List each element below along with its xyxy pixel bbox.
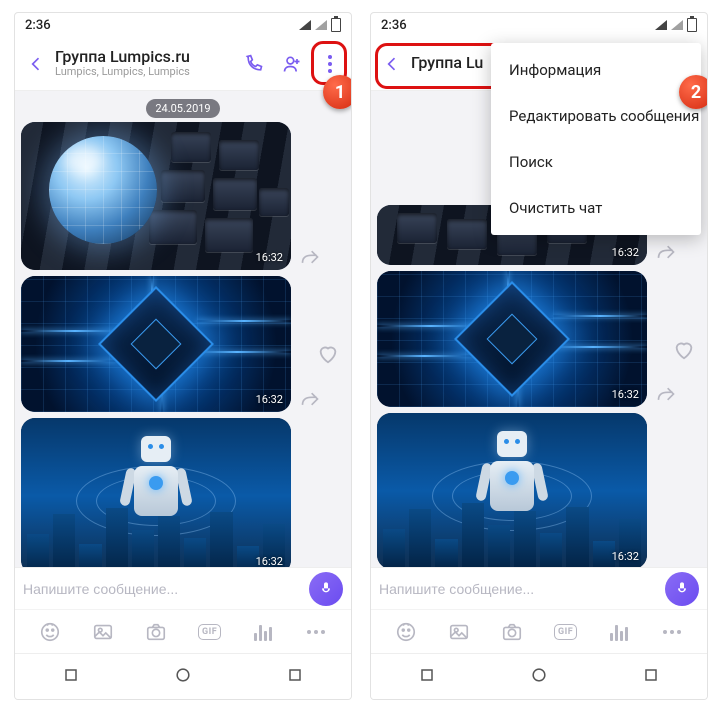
battery-icon (331, 18, 341, 32)
forward-button[interactable] (297, 244, 323, 270)
status-time: 2:36 (381, 18, 407, 33)
status-bar: 2:36 (371, 13, 707, 37)
android-nav-bar (15, 653, 351, 699)
message-composer (15, 567, 351, 609)
audio-button[interactable] (605, 618, 633, 646)
more-attach-button[interactable] (658, 618, 686, 646)
gallery-button[interactable] (89, 618, 117, 646)
forward-button[interactable] (653, 381, 679, 407)
context-menu: Информация Редактировать сообщения Поиск… (491, 43, 701, 235)
phone-screenshot-2: 2:36 Группа Lu Информация Редактировать … (370, 12, 708, 700)
nav-recent-button[interactable] (285, 665, 305, 689)
more-attach-button[interactable] (302, 618, 330, 646)
message-composer (371, 567, 707, 609)
gif-button[interactable]: GIF (196, 618, 224, 646)
more-vertical-icon (328, 55, 332, 73)
nav-home-button[interactable] (173, 665, 193, 689)
image-message[interactable]: 16:32 (377, 413, 647, 567)
menu-item-search[interactable]: Поиск (491, 139, 701, 185)
callout-badge-1: 1 (323, 75, 352, 109)
signal-icon (655, 20, 667, 30)
gif-button[interactable]: GIF (552, 618, 580, 646)
message-time: 16:32 (612, 388, 639, 401)
menu-item-info[interactable]: Информация (491, 47, 701, 93)
message-row: 16:32 (21, 276, 345, 412)
message-time: 16:32 (256, 393, 283, 406)
like-button[interactable] (671, 337, 697, 363)
like-button[interactable] (315, 341, 341, 367)
phone-screenshot-1: 2:36 Группа Lumpics.ru Lumpics, Lumpics,… (14, 12, 352, 700)
back-button[interactable] (381, 53, 403, 75)
image-message[interactable]: 16:32 (377, 271, 647, 407)
forward-button[interactable] (653, 239, 679, 265)
message-input[interactable] (23, 581, 301, 597)
message-time: 16:32 (256, 251, 283, 264)
date-chip: 24.05.2019 (146, 99, 220, 118)
signal-icon (299, 20, 311, 30)
attachment-row: GIF (371, 609, 707, 653)
message-row: 16:32 (21, 122, 345, 270)
message-row: 16:32 (21, 418, 345, 567)
forward-button[interactable] (297, 386, 323, 412)
signal-icon (315, 20, 327, 30)
voice-record-button[interactable] (665, 572, 699, 606)
image-message[interactable]: 16:32 (21, 122, 291, 270)
signal-icon (671, 20, 683, 30)
status-time: 2:36 (25, 18, 51, 33)
gallery-button[interactable] (445, 618, 473, 646)
image-message[interactable]: 16:32 (21, 276, 291, 412)
message-time: 16:32 (612, 550, 639, 563)
chat-title-block[interactable]: Группа Lumpics.ru Lumpics, Lumpics, Lump… (55, 48, 231, 79)
menu-item-clear[interactable]: Очистить чат (491, 185, 701, 231)
camera-button[interactable] (142, 618, 170, 646)
attachment-row: GIF (15, 609, 351, 653)
nav-home-button[interactable] (529, 665, 549, 689)
menu-item-edit[interactable]: Редактировать сообщения (491, 93, 701, 139)
sticker-button[interactable] (392, 618, 420, 646)
message-input[interactable] (379, 581, 657, 597)
image-message[interactable]: 16:32 (21, 418, 291, 567)
camera-button[interactable] (498, 618, 526, 646)
audio-button[interactable] (249, 618, 277, 646)
chat-subtitle: Lumpics, Lumpics, Lumpics (55, 66, 231, 79)
message-time: 16:32 (256, 555, 283, 567)
message-row: 16:32 (377, 271, 701, 407)
android-nav-bar (371, 653, 707, 699)
add-user-button[interactable] (277, 49, 307, 79)
message-time: 16:32 (612, 246, 639, 259)
back-button[interactable] (25, 53, 47, 75)
nav-back-button[interactable] (61, 665, 81, 689)
voice-record-button[interactable] (309, 572, 343, 606)
app-bar: Группа Lumpics.ru Lumpics, Lumpics, Lump… (15, 37, 351, 91)
nav-back-button[interactable] (417, 665, 437, 689)
callout-badge-2: 2 (679, 75, 708, 109)
chat-title: Группа Lumpics.ru (55, 48, 231, 66)
battery-icon (687, 18, 697, 32)
status-bar: 2:36 (15, 13, 351, 37)
more-menu-button[interactable] (315, 49, 345, 79)
call-button[interactable] (239, 49, 269, 79)
chat-scroll-area[interactable]: 24.05.2019 16:32 16:32 (15, 91, 351, 567)
nav-recent-button[interactable] (641, 665, 661, 689)
message-row: 16:32 (377, 413, 701, 567)
sticker-button[interactable] (36, 618, 64, 646)
